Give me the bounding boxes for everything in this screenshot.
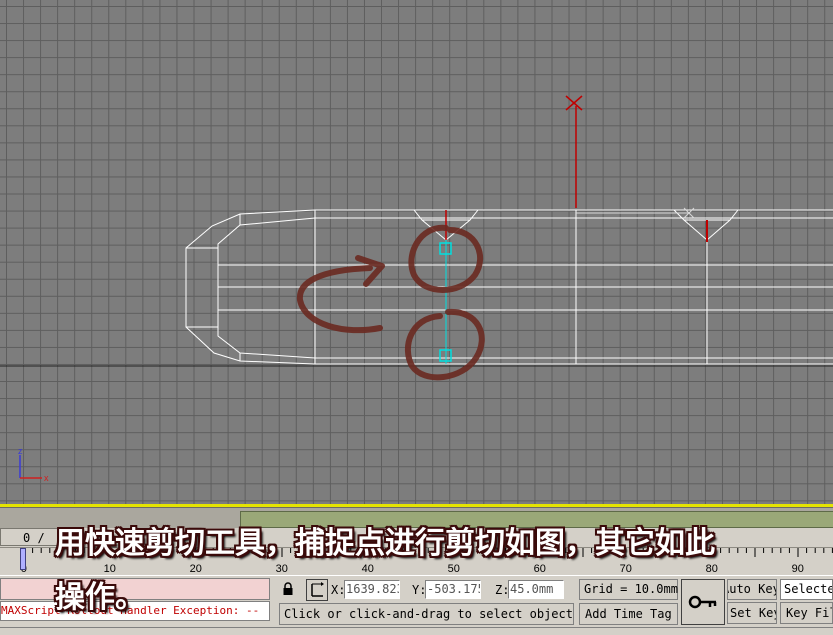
auto-key-toggle[interactable]: Auto Key — [727, 579, 777, 600]
ruler-tick-label: 60 — [533, 563, 546, 575]
annotation-marks — [296, 224, 485, 381]
subtitle-line-2: 操作。 — [55, 580, 145, 615]
time-slider-counter[interactable]: 0 / 1 — [0, 528, 60, 563]
ruler-tick-label: 20 — [189, 563, 202, 575]
x-coord-field[interactable]: 1639.823 — [344, 580, 400, 599]
prompt-line: Click or click-and-drag to select object… — [279, 603, 574, 625]
add-time-tag-button[interactable]: Add Time Tag — [579, 603, 678, 625]
ruler-tick-label: 90 — [791, 563, 804, 575]
set-key-toggle[interactable]: Set Key — [727, 602, 777, 624]
perspective-viewport[interactable]: z x — [0, 0, 833, 505]
transform-mode-icon — [311, 582, 324, 597]
subtitle-line-1: 用快速剪切工具，捕捉点进行剪切如图，其它如此 — [55, 526, 715, 561]
transform-gizmo[interactable] — [565, 95, 695, 219]
wireframe-mesh[interactable] — [185, 209, 833, 365]
viewport-drawing: z x — [0, 95, 833, 483]
absolute-offset-toggle[interactable] — [306, 579, 328, 601]
ruler-tick-label: 40 — [361, 563, 374, 575]
ruler-tick-label: 30 — [275, 563, 288, 575]
key-icon — [688, 595, 717, 609]
ruler-tick-label: 80 — [705, 563, 718, 575]
set-key-button[interactable] — [681, 579, 725, 625]
ruler-tick-label: 50 — [447, 563, 460, 575]
key-selection-dropdown[interactable]: Selected — [780, 579, 833, 600]
ruler-tick-label: 70 — [619, 563, 632, 575]
time-slider-thumb[interactable] — [20, 548, 26, 570]
y-coord-field[interactable]: -503.175 — [425, 580, 481, 599]
selection-lock-icon[interactable] — [282, 582, 294, 596]
key-filters-button[interactable]: Key Filters... — [780, 602, 833, 624]
axis-x-label: x — [44, 473, 49, 483]
z-coord-field[interactable]: 45.0mm — [508, 580, 564, 599]
grid-size-readout: Grid = 10.0mm — [579, 579, 678, 600]
axis-tripod — [19, 455, 42, 479]
axis-z-label: z — [18, 446, 23, 456]
